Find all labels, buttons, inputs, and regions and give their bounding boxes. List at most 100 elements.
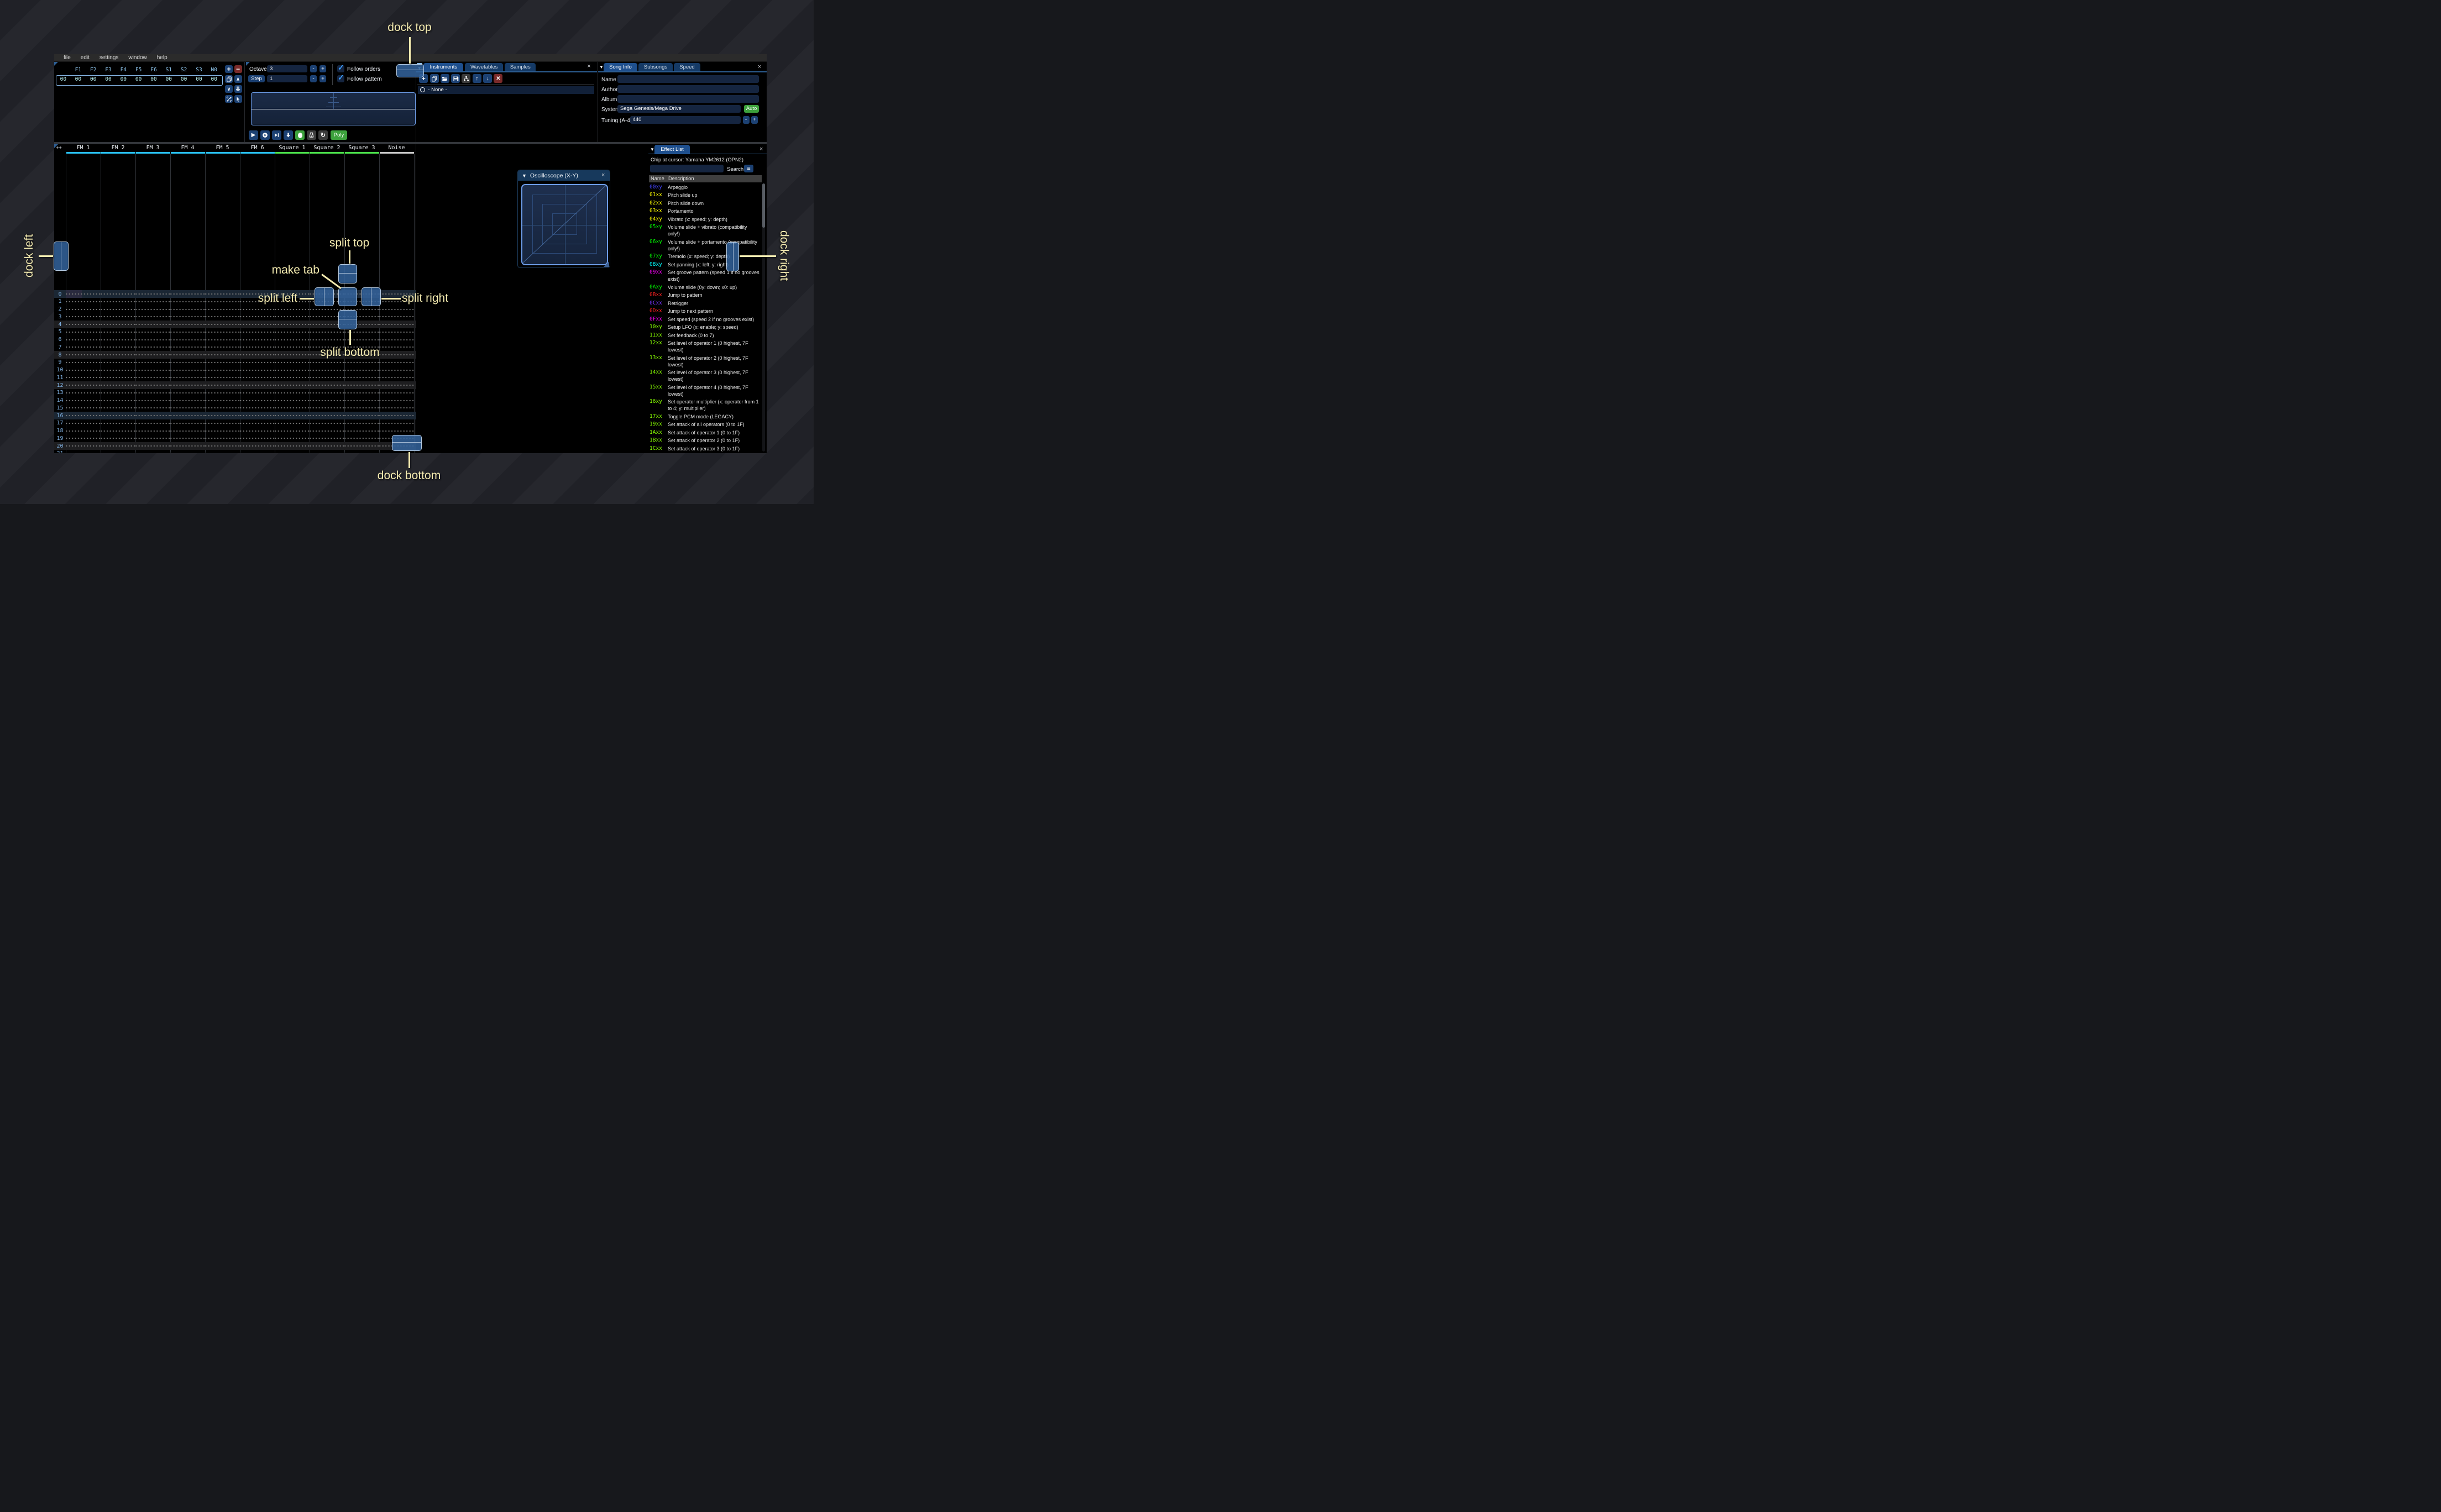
pattern-cell[interactable] xyxy=(344,374,379,382)
pattern-cell[interactable] xyxy=(170,389,205,397)
system-input[interactable] xyxy=(617,105,741,113)
channel-header-fm-5[interactable]: FM 5 xyxy=(205,145,240,152)
pattern-cell[interactable] xyxy=(66,297,101,306)
pattern-cell[interactable] xyxy=(275,449,310,453)
follow-pattern-checkbox[interactable]: ✓ xyxy=(337,73,344,82)
order-cell[interactable]: 00 xyxy=(101,76,116,82)
pattern-cell[interactable] xyxy=(379,389,414,397)
pattern-cell[interactable] xyxy=(135,434,170,443)
pattern-cell[interactable] xyxy=(135,358,170,366)
move-order-down-button[interactable]: ∨ xyxy=(225,85,233,93)
pattern-cell[interactable] xyxy=(101,396,135,405)
channel-header-fm-2[interactable]: FM 2 xyxy=(101,145,135,152)
effect-list-row[interactable]: 01xx Pitch slide up xyxy=(649,191,760,199)
pattern-cell[interactable] xyxy=(66,366,101,374)
pattern-cell[interactable] xyxy=(205,396,240,405)
pattern-cell[interactable] xyxy=(205,442,240,450)
pattern-row[interactable]: 10 xyxy=(54,366,416,374)
duplicate-order-end-button[interactable]: ⇊ xyxy=(234,85,242,93)
effect-search-input[interactable] xyxy=(650,164,724,172)
pattern-cell[interactable] xyxy=(275,412,310,419)
collapse-icon[interactable]: ▼ xyxy=(522,173,527,179)
play-pattern-button[interactable] xyxy=(260,130,270,140)
pattern-cell[interactable] xyxy=(66,313,101,321)
effect-list-row[interactable]: 1Axx Set attack of operator 1 (0 to 1F) xyxy=(649,429,760,437)
metronome-button[interactable] xyxy=(307,130,316,140)
pattern-cell[interactable] xyxy=(344,449,379,453)
pattern-cell[interactable] xyxy=(379,381,414,389)
pattern-cell[interactable] xyxy=(310,427,344,435)
effect-list-row[interactable]: 16xy Set operator multiplier (x: operator… xyxy=(649,398,760,413)
pattern-cell[interactable] xyxy=(66,449,101,453)
pattern-cell[interactable] xyxy=(66,396,101,405)
order-cell[interactable]: 00 xyxy=(116,76,131,82)
pattern-expand-button[interactable]: ++ xyxy=(56,145,62,151)
pattern-cell[interactable] xyxy=(170,305,205,313)
pattern-cell[interactable] xyxy=(344,358,379,366)
tab-instruments[interactable]: Instruments xyxy=(423,62,464,72)
pattern-cell[interactable] xyxy=(240,389,275,397)
pattern-cell[interactable] xyxy=(66,404,101,412)
effect-list-row[interactable]: 10xy Setup LFO (x: enable; y: speed) xyxy=(649,323,760,331)
pattern-cell[interactable] xyxy=(310,449,344,453)
song-album-input[interactable] xyxy=(617,95,759,103)
order-column-header[interactable]: F6 xyxy=(146,67,161,73)
pattern-cell[interactable] xyxy=(344,404,379,412)
oscilloscope-xy-window[interactable]: ▼ Oscilloscope (X-Y) × xyxy=(517,170,610,268)
pattern-cell[interactable] xyxy=(135,396,170,405)
order-column-header[interactable]: F3 xyxy=(101,67,116,73)
pattern-cell[interactable] xyxy=(240,419,275,427)
pattern-cell[interactable] xyxy=(205,419,240,427)
pattern-cell[interactable] xyxy=(101,419,135,427)
edit-record-button[interactable] xyxy=(295,130,305,140)
pattern-cell[interactable] xyxy=(170,419,205,427)
pattern-cell[interactable] xyxy=(66,290,101,298)
pattern-cell[interactable] xyxy=(344,366,379,374)
channel-header-square-3[interactable]: Square 3 xyxy=(344,145,379,152)
pattern-cell[interactable] xyxy=(310,396,344,405)
tuning-input[interactable] xyxy=(630,116,741,124)
pattern-cell[interactable] xyxy=(101,313,135,321)
channel-header-square-1[interactable]: Square 1 xyxy=(275,145,310,152)
save-instrument-button[interactable] xyxy=(451,74,460,83)
order-row[interactable]: 00 00 00 00 00 00 00 00 00 00 00 xyxy=(56,76,222,82)
move-instrument-down-button[interactable]: ↓ xyxy=(483,74,493,83)
duplicate-instrument-button[interactable] xyxy=(429,74,439,83)
pattern-cell[interactable] xyxy=(135,389,170,397)
pattern-cell[interactable] xyxy=(135,381,170,389)
pattern-cell[interactable] xyxy=(135,321,170,328)
pattern-cell[interactable] xyxy=(310,374,344,382)
channel-header-fm-3[interactable]: FM 3 xyxy=(135,145,170,152)
pattern-cell[interactable] xyxy=(240,404,275,412)
pattern-cell[interactable] xyxy=(170,297,205,306)
system-auto-button[interactable]: Auto xyxy=(744,105,759,113)
pattern-cell[interactable] xyxy=(66,381,101,389)
pattern-cell[interactable] xyxy=(275,419,310,427)
pattern-cell[interactable] xyxy=(205,358,240,366)
octave-minus-button[interactable]: - xyxy=(310,65,317,72)
pattern-cell[interactable] xyxy=(135,419,170,427)
pattern-cell[interactable] xyxy=(135,374,170,382)
song-name-input[interactable] xyxy=(617,75,759,83)
pattern-cell[interactable] xyxy=(170,313,205,321)
pattern-cell[interactable] xyxy=(205,321,240,328)
pattern-cell[interactable] xyxy=(240,328,275,336)
pattern-cell[interactable] xyxy=(275,396,310,405)
pattern-cell[interactable] xyxy=(66,305,101,313)
pattern-cell[interactable] xyxy=(135,351,170,359)
move-instrument-up-button[interactable]: ↑ xyxy=(472,74,481,83)
pattern-cell[interactable] xyxy=(240,381,275,389)
repeat-pattern-button[interactable]: ↻ xyxy=(318,130,328,140)
split-target-top[interactable] xyxy=(338,264,357,284)
pattern-cell[interactable] xyxy=(310,381,344,389)
pattern-row[interactable]: 20 xyxy=(54,442,416,450)
effect-list-row[interactable]: 0Bxx Jump to pattern xyxy=(649,291,760,299)
scrollbar-thumb[interactable] xyxy=(762,183,765,228)
pattern-cell[interactable] xyxy=(344,396,379,405)
step-one-row-button[interactable] xyxy=(284,130,293,140)
close-icon[interactable]: × xyxy=(758,64,761,70)
step-input[interactable] xyxy=(267,75,307,82)
poly-button[interactable]: Poly xyxy=(331,130,347,140)
effect-list-row[interactable]: 13xx Set level of operator 2 (0 highest, … xyxy=(649,354,760,369)
order-column-header[interactable]: F1 xyxy=(71,67,86,73)
